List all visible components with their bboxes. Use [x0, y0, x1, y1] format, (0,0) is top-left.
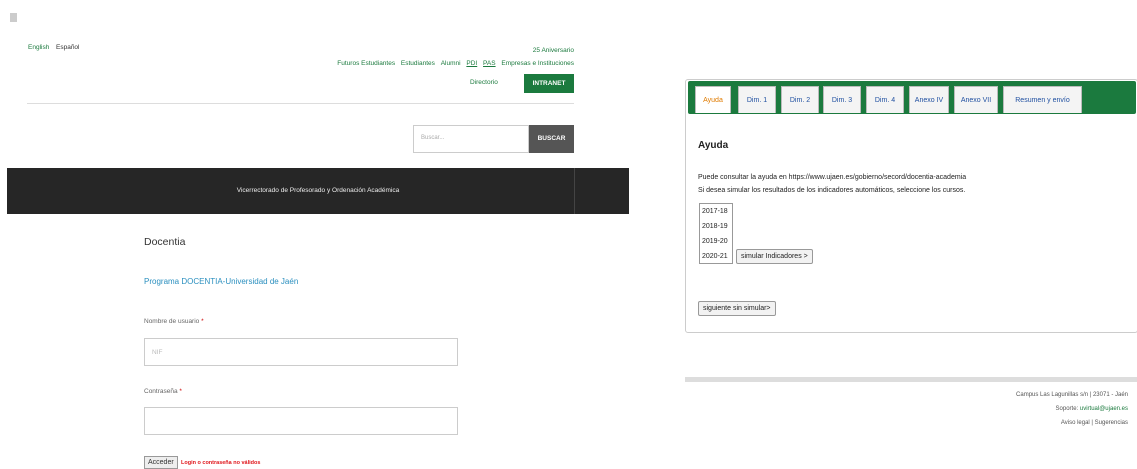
password-field[interactable]	[144, 407, 458, 435]
footer-soporte: Soporte: uvirtual@ujaen.es	[1056, 406, 1128, 412]
course-option[interactable]: 2017-18	[700, 204, 732, 219]
tab-dim1[interactable]: Dim. 1	[738, 86, 776, 113]
acceder-button[interactable]: Acceder	[144, 456, 178, 469]
footer-address: Campus Las Lagunillas s/n | 23071 - Jaén	[1016, 392, 1128, 398]
course-option[interactable]: 2019-20	[700, 234, 732, 249]
login-error: Login o contraseña no válidos	[181, 460, 261, 466]
username-field[interactable]: NIF	[144, 338, 458, 366]
required-mark: *	[179, 388, 182, 395]
vicerrectorado-banner: Vicerrectorado de Profesorado y Ordenaci…	[7, 168, 629, 214]
banner-title: Vicerrectorado de Profesorado y Ordenaci…	[236, 187, 400, 194]
simulate-instruction: Si desea simular los resultados de los i…	[698, 187, 966, 194]
course-option[interactable]: 2020-21	[700, 249, 732, 264]
ayuda-heading: Ayuda	[698, 140, 729, 151]
user-label: Nombre de usuario *	[144, 318, 204, 325]
lang-espanol-link[interactable]: Español	[56, 44, 80, 51]
help-line: Puede consultar la ayuda en https://www.…	[698, 174, 967, 181]
page-title: Docentia	[144, 236, 186, 248]
tab-dim4[interactable]: Dim. 4	[866, 86, 904, 113]
password-label: Contraseña *	[144, 388, 182, 395]
user-label-text: Nombre de usuario	[144, 318, 200, 325]
siguiente-sin-simular-button[interactable]: siguiente sin simular>	[698, 301, 776, 316]
aniversario-link[interactable]: 25 Aniversario	[333, 44, 574, 57]
intranet-button[interactable]: INTRANET	[524, 74, 574, 93]
soporte-label: Soporte:	[1055, 406, 1079, 412]
top-nav: 25 Aniversario Futuros Estudiantes Estud…	[333, 44, 574, 70]
required-mark: *	[201, 318, 204, 325]
tab-resumen[interactable]: Resumen y envío	[1003, 86, 1082, 113]
nav-pas[interactable]: PAS	[483, 60, 496, 67]
nav-alumni[interactable]: Alumni	[441, 60, 461, 67]
tab-ayuda[interactable]: Ayuda	[695, 86, 731, 113]
simular-indicadores-button[interactable]: simular Indicadores >	[736, 249, 813, 264]
tab-dim3[interactable]: Dim. 3	[823, 86, 861, 113]
tab-anexo4[interactable]: Anexo IV	[909, 86, 949, 113]
tab-dim2[interactable]: Dim. 2	[781, 86, 819, 113]
tab-anexo7[interactable]: Anexo VII	[954, 86, 998, 113]
search-button[interactable]: BUSCAR	[529, 125, 574, 153]
courses-select[interactable]: 2017-18 2018-19 2019-20 2020-21	[699, 203, 733, 264]
banner-separator	[574, 168, 575, 214]
aviso-legal-link[interactable]: Aviso legal | Sugerencias	[1061, 420, 1128, 426]
soporte-email-link[interactable]: uvirtual@ujaen.es	[1080, 406, 1128, 412]
divider	[27, 103, 574, 104]
favicon-icon	[10, 13, 17, 22]
nav-futuros-estudiantes[interactable]: Futuros Estudiantes	[337, 60, 395, 67]
nav-pdi[interactable]: PDI	[466, 60, 477, 67]
programa-link[interactable]: Programa DOCENTIA-Universidad de Jaén	[144, 277, 298, 286]
course-option[interactable]: 2018-19	[700, 219, 732, 234]
footer-divider	[685, 377, 1137, 382]
lang-english-link[interactable]: English	[28, 44, 49, 51]
docentia-panel	[685, 79, 1137, 333]
nav-estudiantes[interactable]: Estudiantes	[401, 60, 435, 67]
password-label-text: Contraseña	[144, 388, 178, 395]
nav-empresas[interactable]: Empresas e Instituciones	[501, 60, 574, 67]
directorio-link[interactable]: Directorio	[470, 79, 498, 86]
search-input[interactable]: Buscar...	[413, 125, 529, 153]
